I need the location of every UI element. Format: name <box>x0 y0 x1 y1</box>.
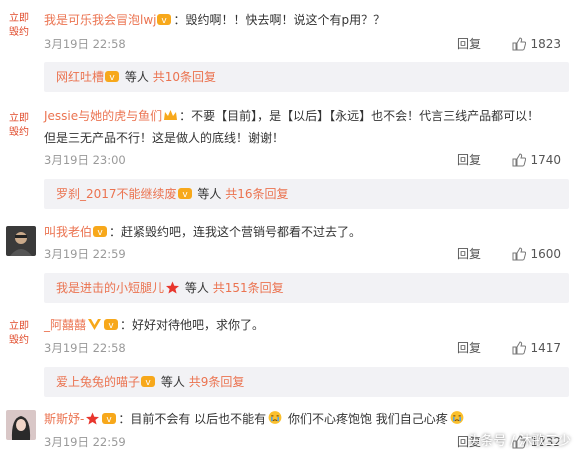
avatar[interactable]: 立即 毁约 <box>6 112 32 140</box>
thumbs-up-icon <box>512 247 527 261</box>
reply-summary[interactable]: 我是进击的小短腿儿 等人 共151条回复 <box>44 273 569 303</box>
avatar[interactable] <box>6 410 36 440</box>
comment-time: 3月19日 22:58 <box>44 37 126 51</box>
vip-badge-icon: v <box>157 14 172 26</box>
comment-text: ：赶紧毁约吧，连我这个营销号都看不过去了。 <box>109 225 362 239</box>
comment-text: ：不要【目前】，是【以后】【永远】也不会！代言三线产品都可以！ <box>179 109 540 123</box>
comment-text: ：目前不会有 以后也不能有 <box>118 412 267 426</box>
svg-text:v: v <box>97 228 103 238</box>
reply-user[interactable]: 罗刹_2017不能继续废 <box>56 187 177 201</box>
reply-button[interactable]: 回复 <box>457 151 481 169</box>
watermark: 头条号 / 沐歌三少 <box>467 434 571 449</box>
comment-time: 3月19日 22:59 <box>44 247 126 261</box>
comment-text: ：毁约啊！！快去啊！说这个有p用？？ <box>173 13 386 27</box>
commenter-name[interactable]: 叫我老伯 <box>44 225 92 239</box>
svg-text:v: v <box>182 190 188 200</box>
reply-count[interactable]: 共16条回复 <box>225 187 288 201</box>
like-count: 1740 <box>530 153 561 167</box>
reply-button[interactable]: 回复 <box>457 35 481 53</box>
comment-text-cont: 你们不心疼饱饱 我们自己心疼 <box>284 412 448 426</box>
commenter-name[interactable]: Jessie与她的虎与鱼们 <box>44 109 162 123</box>
comment-time: 3月19日 22:59 <box>44 435 126 449</box>
vip-badge-icon: v <box>177 188 192 200</box>
like-button[interactable]: 1417 <box>512 339 561 357</box>
vip-badge-icon: v <box>102 413 117 425</box>
star-badge-icon <box>166 281 180 294</box>
avatar[interactable] <box>6 226 36 256</box>
vip-badge-icon: v <box>141 376 156 388</box>
thumbs-up-icon <box>512 37 527 51</box>
crown-badge-icon <box>164 110 178 120</box>
reply-summary[interactable]: 爱上兔兔的喵子 v 等人 共9条回复 <box>44 367 569 397</box>
like-button[interactable]: 1740 <box>512 151 561 169</box>
svg-text:v: v <box>109 73 115 83</box>
svg-text:v: v <box>108 321 114 331</box>
like-count: 1600 <box>530 247 561 261</box>
commenter-name[interactable]: _阿囍囍 <box>44 318 86 332</box>
svg-text:v: v <box>107 415 113 425</box>
reply-summary[interactable]: 罗刹_2017不能继续废 v 等人 共16条回复 <box>44 179 569 209</box>
like-count: 1823 <box>530 37 561 51</box>
reply-user[interactable]: 我是进击的小短腿儿 <box>56 281 164 295</box>
comment-time: 3月19日 22:58 <box>44 341 126 355</box>
avatar[interactable]: 立即 毁约 <box>6 12 32 40</box>
reply-user[interactable]: 爱上兔兔的喵子 <box>56 375 140 389</box>
reply-count[interactable]: 共151条回复 <box>213 281 284 295</box>
like-button[interactable]: 1823 <box>512 35 561 53</box>
avatar[interactable]: 立即 毁约 <box>6 320 32 348</box>
reply-button[interactable]: 回复 <box>457 245 481 263</box>
like-button[interactable]: 1600 <box>512 245 561 263</box>
reply-button[interactable]: 回复 <box>457 339 481 357</box>
vip-badge-icon: v <box>105 71 120 83</box>
user-photo-icon <box>6 226 36 256</box>
thumbs-up-icon <box>512 153 527 167</box>
v-verified-icon <box>88 319 102 330</box>
commenter-name[interactable]: 我是可乐我会冒泡lwj <box>44 13 156 27</box>
reply-summary[interactable]: 网红吐槽 v 等人 共10条回复 <box>44 62 569 92</box>
commenter-name[interactable]: 斯斯妤- <box>44 412 84 426</box>
thumbs-up-icon <box>512 341 527 355</box>
comment-time: 3月19日 23:00 <box>44 153 126 167</box>
reply-user[interactable]: 网红吐槽 <box>56 70 104 84</box>
user-photo-icon <box>6 410 36 440</box>
reply-count[interactable]: 共9条回复 <box>189 375 245 389</box>
reply-count[interactable]: 共10条回复 <box>153 70 216 84</box>
svg-text:v: v <box>162 16 168 26</box>
star-badge-icon <box>86 412 100 425</box>
svg-text:v: v <box>145 378 151 388</box>
comment-text-cont: 但是三无产品不行！这是做人的底线！谢谢！ <box>44 131 285 145</box>
crying-emoji-icon <box>268 411 282 424</box>
comment-text: ：好好对待他吧，求你了。 <box>120 318 265 332</box>
vip-badge-icon: v <box>93 226 108 238</box>
crying-emoji-icon <box>450 411 464 424</box>
like-count: 1417 <box>530 341 561 355</box>
vip-badge-icon: v <box>104 319 119 331</box>
